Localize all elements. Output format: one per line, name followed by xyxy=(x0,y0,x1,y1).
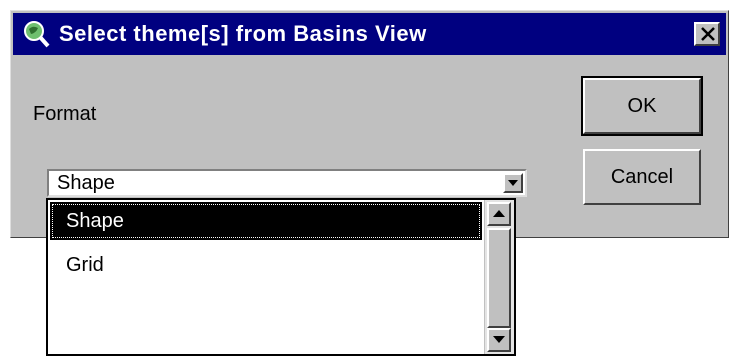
scroll-thumb[interactable] xyxy=(487,228,511,328)
cancel-button[interactable]: Cancel xyxy=(583,149,701,205)
scroll-down-button[interactable] xyxy=(487,328,511,352)
arrow-down-icon xyxy=(493,336,505,343)
format-dropdown-list[interactable]: Shape Grid xyxy=(46,198,516,356)
close-button[interactable] xyxy=(694,22,720,46)
arrow-up-icon xyxy=(493,210,505,217)
window-title: Select theme[s] from Basins View xyxy=(59,21,427,46)
title-bar[interactable]: Select theme[s] from Basins View xyxy=(13,13,726,55)
dropdown-item-shape[interactable]: Shape xyxy=(50,202,482,240)
ok-button[interactable]: OK xyxy=(581,76,703,136)
chevron-down-icon xyxy=(508,180,518,186)
close-icon xyxy=(701,27,715,41)
scroll-up-button[interactable] xyxy=(487,202,511,226)
dropdown-item-grid[interactable]: Grid xyxy=(50,246,482,284)
dropdown-item-label: Grid xyxy=(66,254,104,276)
ok-button-label: OK xyxy=(627,94,657,117)
format-combobox[interactable]: Shape xyxy=(47,169,527,197)
magnifier-globe-icon xyxy=(21,19,51,49)
cancel-button-label: Cancel xyxy=(610,165,674,188)
dropdown-scrollbar[interactable] xyxy=(484,200,514,354)
format-label: Format xyxy=(33,103,97,125)
combobox-dropdown-button[interactable] xyxy=(503,173,523,193)
format-combobox-value: Shape xyxy=(57,172,115,194)
dropdown-item-label: Shape xyxy=(66,210,124,232)
